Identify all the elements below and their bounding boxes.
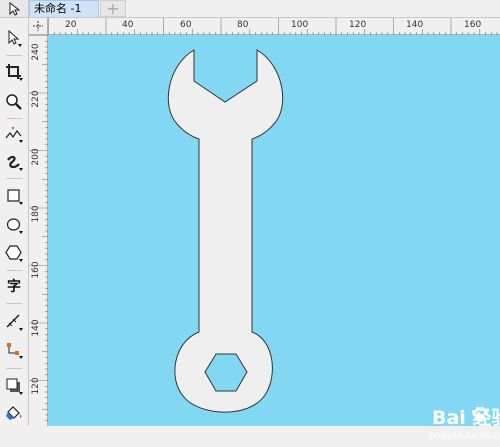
fill-tool-button[interactable] bbox=[2, 401, 26, 425]
zoom-tool-button[interactable] bbox=[2, 90, 26, 114]
crop-tool-button[interactable] bbox=[2, 60, 26, 84]
ruler-label: 160 bbox=[464, 20, 481, 30]
cursor-arrow-icon bbox=[9, 1, 20, 16]
shape-tool-button[interactable] bbox=[2, 26, 26, 50]
ruler-label: 240 bbox=[31, 43, 41, 60]
baidu-jingyan-watermark: Bai 经验 jingyan.baidu.com bbox=[426, 403, 500, 447]
drop-shadow-tool-button[interactable] bbox=[2, 374, 26, 398]
ruler-label: 140 bbox=[406, 20, 423, 30]
vertical-ruler[interactable]: 240 220 200 180 160 140 120 bbox=[29, 35, 48, 427]
magnifier-icon bbox=[6, 94, 22, 110]
horizontal-ruler-scale: 20 40 60 80 100 120 140 160 bbox=[48, 18, 498, 35]
ruler-label: 120 bbox=[349, 20, 366, 30]
ruler-label: 120 bbox=[31, 377, 41, 394]
ruler-corner[interactable] bbox=[29, 18, 48, 35]
artistic-media-tool-button[interactable] bbox=[2, 150, 26, 174]
text-tool-button[interactable]: 字 bbox=[2, 274, 26, 298]
connector-icon bbox=[7, 343, 23, 359]
ruler-label: 80 bbox=[237, 20, 249, 30]
dimension-icon bbox=[6, 314, 23, 331]
ruler-label: 200 bbox=[31, 148, 41, 165]
horizontal-ruler[interactable]: 20 40 60 80 100 120 140 160 bbox=[48, 18, 500, 35]
document-tab-bar: 未命名 -1 + bbox=[0, 0, 500, 18]
new-document-tab-button[interactable]: + bbox=[100, 0, 126, 17]
ellipse-tool-button[interactable] bbox=[2, 213, 26, 237]
rectangle-icon bbox=[7, 189, 23, 205]
wrench-shape bbox=[167, 49, 284, 413]
ruler-label: 60 bbox=[180, 20, 192, 30]
ruler-label: 40 bbox=[122, 20, 134, 30]
ellipse-icon bbox=[6, 218, 23, 234]
toolbox: 字 bbox=[0, 18, 29, 426]
ruler-label: 140 bbox=[31, 319, 41, 336]
dimension-tool-button[interactable] bbox=[2, 310, 26, 334]
pick-tool-button[interactable] bbox=[0, 0, 29, 17]
text-tool-icon: 字 bbox=[7, 279, 21, 295]
document-tab[interactable]: 未命名 -1 bbox=[29, 0, 99, 17]
plus-icon: + bbox=[106, 0, 120, 18]
wrench-drawing[interactable] bbox=[48, 35, 500, 426]
shape-tool-icon bbox=[8, 29, 22, 47]
freehand-icon bbox=[5, 126, 23, 143]
drop-shadow-icon bbox=[6, 378, 23, 395]
ruler-label: 20 bbox=[65, 20, 77, 30]
paw-icon bbox=[472, 407, 488, 422]
artistic-media-icon bbox=[7, 155, 23, 171]
ruler-label: 180 bbox=[31, 205, 41, 222]
ruler-label: 220 bbox=[31, 90, 41, 107]
freehand-tool-button[interactable] bbox=[2, 122, 26, 146]
drawing-canvas[interactable]: Bai 经验 jingyan.baidu.com bbox=[48, 35, 500, 441]
fill-bucket-icon bbox=[6, 406, 22, 420]
document-tab-label: 未命名 -1 bbox=[34, 2, 82, 15]
ruler-label: 160 bbox=[31, 261, 41, 278]
rectangle-tool-button[interactable] bbox=[2, 184, 26, 208]
connector-tool-button[interactable] bbox=[2, 338, 26, 362]
watermark-url: jingyan.baidu.com bbox=[430, 431, 500, 441]
ruler-origin-icon bbox=[33, 21, 43, 31]
hexagon-icon bbox=[5, 245, 23, 262]
polygon-tool-button[interactable] bbox=[2, 241, 26, 265]
crop-icon bbox=[6, 64, 23, 81]
vertical-ruler-scale: 240 220 200 180 160 140 120 bbox=[29, 35, 48, 427]
ruler-label: 100 bbox=[291, 20, 308, 30]
